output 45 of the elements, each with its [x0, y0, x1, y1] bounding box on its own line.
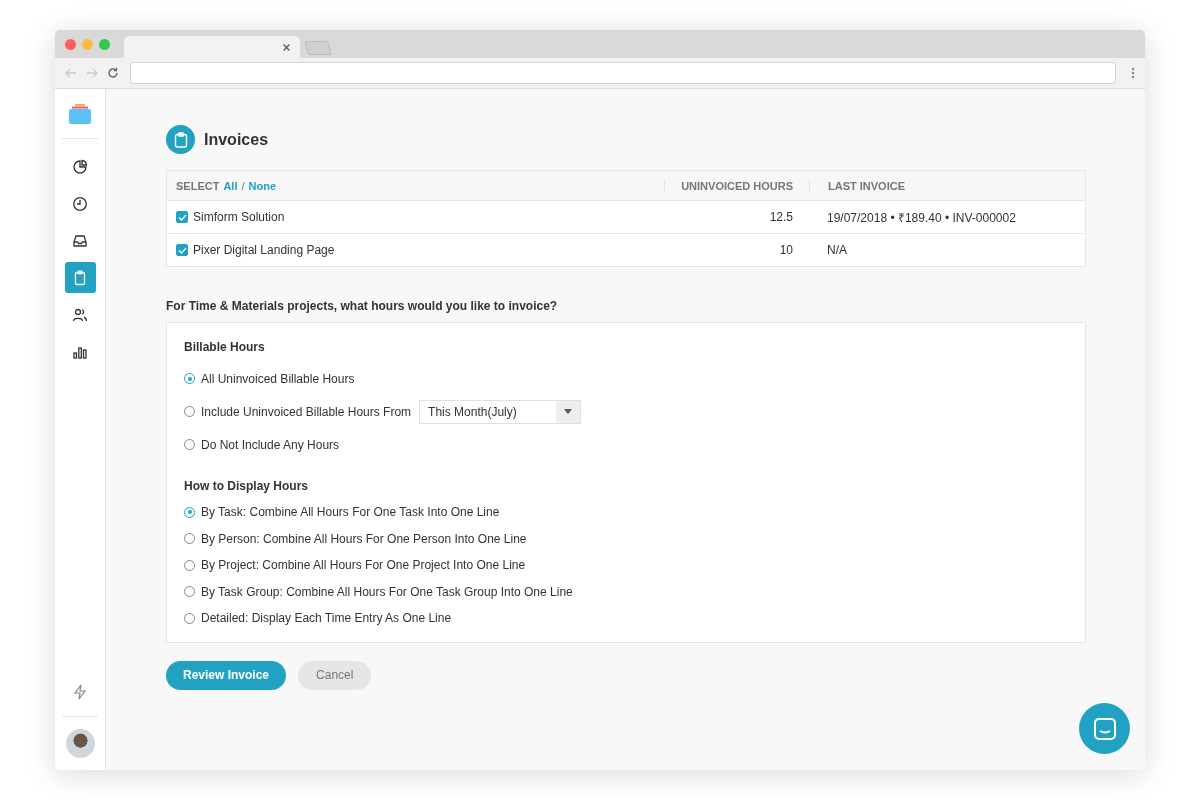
radio-option[interactable]: By Task Group: Combine All Hours For One Task Group Into One Line [184, 584, 573, 599]
address-bar[interactable] [130, 62, 1116, 84]
question-text: For Time & Materials projects, what hours would you like to invoice? [166, 299, 559, 313]
user-avatar[interactable] [65, 729, 95, 758]
menu-icon[interactable] [1131, 67, 1135, 79]
page-title: Invoices [204, 130, 269, 149]
clock-icon [72, 195, 88, 212]
minimize-dot-icon[interactable] [82, 38, 93, 50]
separator-text: / [241, 179, 245, 192]
project-name: Pixer Digital Landing Page [193, 243, 335, 257]
chat-button[interactable] [1079, 703, 1130, 754]
month-dropdown[interactable]: This Month(July) [419, 399, 582, 424]
clip-icon [72, 269, 88, 286]
people-icon [72, 306, 88, 323]
radio-option[interactable]: By Person: Combine All Hours For One Person Into One Line [184, 531, 527, 546]
reload-icon[interactable] [107, 67, 119, 79]
close-dot-icon[interactable] [65, 38, 76, 50]
radio-option[interactable]: By Task: Combine All Hours For One Task Into One Line [184, 505, 500, 520]
column-header: UNINVOICED HOURS [681, 179, 793, 192]
checkbox[interactable] [176, 211, 188, 223]
radio-option[interactable]: All Uninvoiced Billable Hours [184, 371, 355, 386]
close-icon[interactable] [283, 44, 290, 51]
radio-option[interactable]: Include Uninvoiced Billable Hours From [184, 404, 412, 419]
maximize-dot-icon[interactable] [99, 38, 110, 50]
hours-cell: 10 [779, 243, 793, 257]
project-name: Simform Solution [193, 210, 285, 224]
inbox-icon [72, 232, 88, 249]
radio-option[interactable]: Detailed: Display Each Time Entry As One Line [184, 611, 452, 626]
section-heading: Billable Hours [184, 340, 266, 354]
lightning-icon[interactable] [73, 684, 87, 700]
pie-icon [72, 158, 88, 175]
app-logo-icon[interactable] [69, 104, 91, 124]
radio-option[interactable]: By Project: Combine All Hours For One Project Into One Line [184, 558, 526, 573]
clipboard-icon [166, 125, 195, 154]
column-header: SELECT [176, 179, 220, 192]
last-invoice-cell: N/A [827, 243, 847, 257]
hours-cell: 12.5 [769, 210, 793, 224]
column-header: LAST INVOICE [828, 179, 905, 192]
radio-option[interactable]: Do Not Include Any Hours [184, 437, 340, 452]
caret-icon [564, 409, 573, 414]
chat-icon [1092, 716, 1117, 741]
cancel-button[interactable]: Cancel [298, 660, 372, 690]
section-heading: How to Display Hours [184, 479, 309, 493]
last-invoice-cell: 19/07/2018 • ₹189.40 • INV-000002 [827, 210, 1016, 225]
checkbox[interactable] [176, 244, 188, 256]
